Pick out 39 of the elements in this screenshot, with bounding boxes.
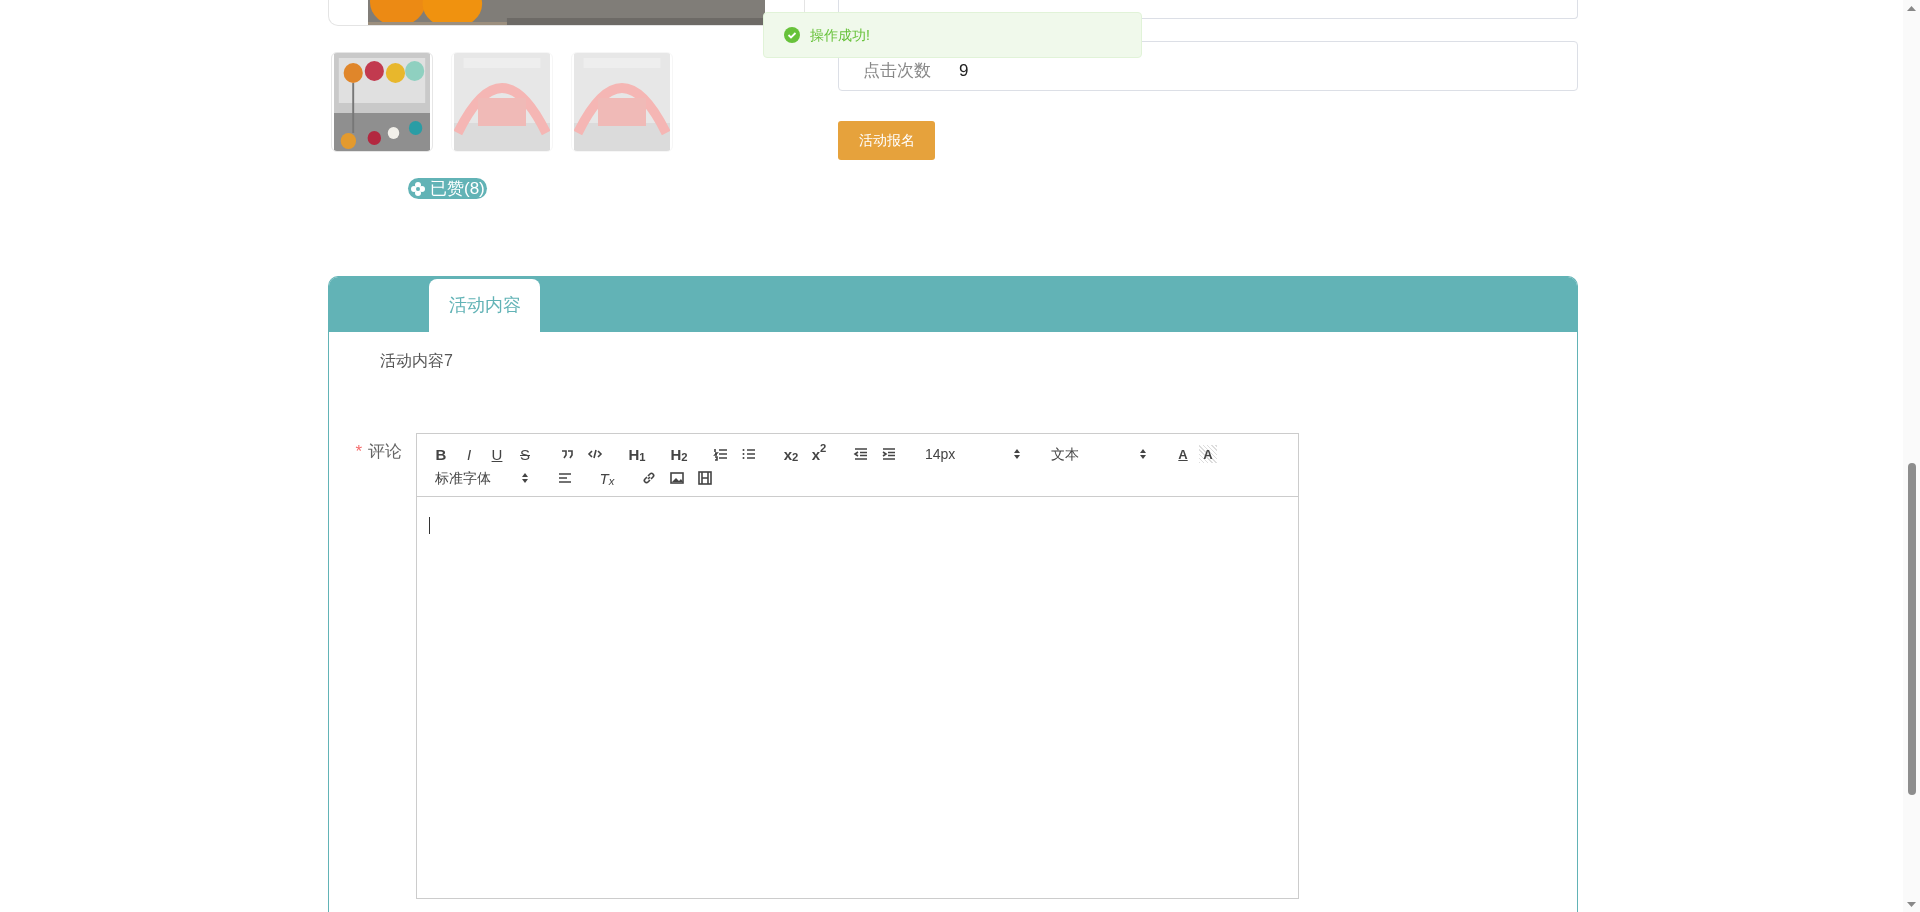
- field-value: 9: [959, 60, 969, 83]
- sort-icon: [1139, 448, 1147, 460]
- format-button[interactable]: x$_{2}$: [779, 442, 803, 466]
- scroll-up-icon[interactable]: [1907, 5, 1916, 11]
- align-left-icon: [557, 470, 573, 486]
- rich-text-editor[interactable]: B I U S H$_{1}$ H$_{2}$ x$_{2}$ x$^{2}$ 14px 文本 A A 标准字体 T$_{x}$: [416, 433, 1299, 899]
- content-text: 活动内容7: [380, 351, 454, 371]
- image-icon: [669, 470, 685, 486]
- required-mark: *: [355, 442, 362, 461]
- format-button[interactable]: H$_{2}$: [667, 442, 691, 466]
- format-button[interactable]: H$_{1}$: [625, 442, 649, 466]
- strikethrough-button[interactable]: S: [513, 442, 537, 466]
- outdent-icon: [853, 446, 869, 462]
- format-button[interactable]: x$^{2}$: [807, 442, 831, 466]
- numbered-list-icon: [713, 446, 729, 462]
- comment-label: 评论: [368, 442, 402, 461]
- italic-button[interactable]: I: [457, 442, 481, 466]
- scrollbar-thumb[interactable]: [1908, 463, 1916, 795]
- text-caret: [429, 517, 430, 534]
- format-select[interactable]: 标准字体: [429, 466, 535, 490]
- check-circle-icon: [784, 27, 800, 43]
- format-select[interactable]: 文本: [1045, 442, 1153, 466]
- link-icon: [641, 470, 657, 486]
- highlight-button[interactable]: A: [1199, 445, 1217, 463]
- scroll-down-icon[interactable]: [1907, 902, 1916, 908]
- film-icon: [697, 470, 713, 486]
- flower-icon: [410, 180, 426, 197]
- text-color-button[interactable]: A: [1171, 442, 1195, 466]
- scrollbar[interactable]: [1903, 0, 1920, 912]
- underline-button[interactable]: U: [485, 442, 509, 466]
- indent-icon: [881, 446, 897, 462]
- bullet-list-icon: [741, 446, 757, 462]
- bold-button[interactable]: B: [429, 442, 453, 466]
- clear-format-button[interactable]: T$_{x}$: [595, 466, 619, 490]
- sort-icon: [1013, 448, 1021, 460]
- sort-icon: [521, 472, 529, 484]
- format-select[interactable]: 14px: [919, 442, 1027, 466]
- field-label: 点击次数: [863, 60, 931, 83]
- toast-message: 操作成功!: [810, 25, 870, 45]
